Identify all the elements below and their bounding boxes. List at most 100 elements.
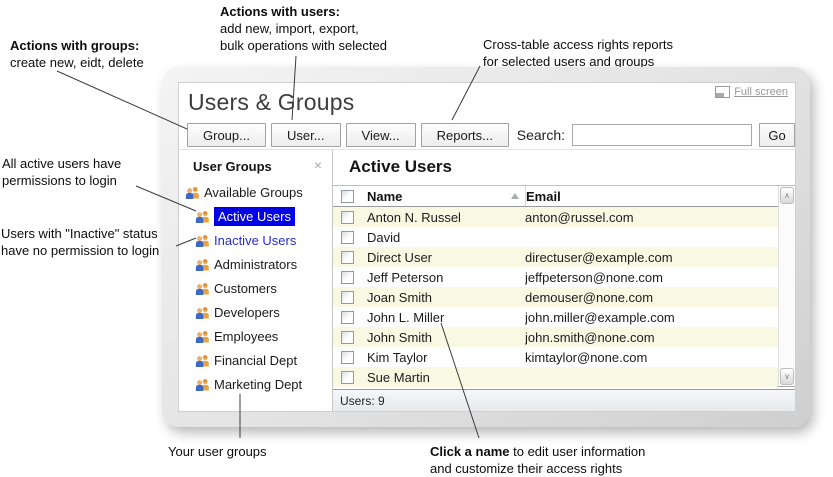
select-all-checkbox[interactable] <box>341 190 354 203</box>
sidebar-group-item[interactable]: Inactive Users <box>179 228 332 252</box>
user-name: John Smith <box>367 330 432 345</box>
row-checkbox[interactable] <box>341 351 354 364</box>
row-checkbox[interactable] <box>341 231 354 244</box>
user-name-cell[interactable]: Direct User <box>367 250 525 265</box>
user-name-cell[interactable]: Joan Smith <box>367 290 525 305</box>
reports-menu-button[interactable]: Reports... <box>421 123 509 147</box>
group-item-label: Financial Dept <box>214 353 297 368</box>
annotation-reports: Cross-table access rights reports for se… <box>483 36 673 70</box>
table-row[interactable]: Anton N. Russel anton@russel.com <box>333 207 778 227</box>
sidebar-group-item[interactable]: Marketing Dept <box>179 372 332 396</box>
search-input[interactable] <box>572 124 752 146</box>
annotation-inactive-users-line2: have no permission to login <box>1 243 159 258</box>
active-users-title: Active Users <box>349 157 452 177</box>
chevron-down-icon: ∨ <box>784 373 790 381</box>
group-menu-button[interactable]: Group... <box>187 123 266 147</box>
search-go-button[interactable]: Go <box>759 123 795 147</box>
annotation-your-groups: Your user groups <box>168 443 267 460</box>
user-email-cell: kimtaylor@none.com <box>525 350 778 365</box>
user-name-cell[interactable]: Kim Taylor <box>367 350 525 365</box>
row-checkbox-cell <box>333 271 367 284</box>
users-table: Name Email Anton N. Russel anton@russel.… <box>333 185 795 387</box>
user-email-cell: demouser@none.com <box>525 290 778 305</box>
page-title: Users & Groups <box>188 89 354 116</box>
search-label: Search: <box>517 127 572 143</box>
table-row[interactable]: Sue Martin <box>333 367 778 387</box>
user-name-cell[interactable]: David <box>367 230 525 245</box>
user-email-cell: john.smith@none.com <box>525 330 778 345</box>
annotation-actions-groups-body: create new, eidt, delete <box>10 55 144 70</box>
user-name-cell[interactable]: Anton N. Russel <box>367 210 525 225</box>
user-groups-panel-title: User Groups <box>179 150 332 178</box>
close-icon[interactable]: × <box>314 158 322 172</box>
row-checkbox[interactable] <box>341 291 354 304</box>
sidebar-group-item[interactable]: Administrators <box>179 252 332 276</box>
table-body: Anton N. Russel anton@russel.com David D… <box>333 207 795 387</box>
sidebar-group-item[interactable]: Financial Dept <box>179 348 332 372</box>
sidebar-group-item[interactable]: Available Groups <box>179 180 332 204</box>
row-checkbox[interactable] <box>341 251 354 264</box>
row-checkbox[interactable] <box>341 371 354 384</box>
row-checkbox-cell <box>333 211 367 224</box>
user-name-cell[interactable]: Sue Martin <box>367 370 525 385</box>
table-row[interactable]: David <box>333 227 778 247</box>
user-email: anton@russel.com <box>525 210 634 225</box>
user-email-cell: john.miller@example.com <box>525 310 778 325</box>
group-list: Available Groups Active Users Inactive U… <box>179 180 332 396</box>
user-name-cell[interactable]: John L. Miller <box>367 310 525 325</box>
fullscreen-link[interactable]: Full screen <box>715 86 788 98</box>
table-row[interactable]: John Smith john.smith@none.com <box>333 327 778 347</box>
annotation-click-name-rest: to edit user information <box>510 444 646 459</box>
table-row[interactable]: Jeff Peterson jeffpeterson@none.com <box>333 267 778 287</box>
group-item-label: Employees <box>214 329 278 344</box>
status-bar: Users: 9 <box>333 389 795 411</box>
row-checkbox-cell <box>333 351 367 364</box>
annotation-active-users-line2: permissions to login <box>2 173 117 188</box>
table-scrollbar[interactable]: ∧ ∨ <box>778 186 795 386</box>
user-email-cell: jeffpeterson@none.com <box>525 270 778 285</box>
annotation-click-name-bold: Click a name <box>430 444 510 459</box>
annotation-actions-users: Actions with users: add new, import, exp… <box>220 3 387 54</box>
annotation-actions-groups: Actions with groups: create new, eidt, d… <box>10 37 144 71</box>
sidebar-group-item[interactable]: Developers <box>179 300 332 324</box>
user-email: kimtaylor@none.com <box>525 350 647 365</box>
row-checkbox-cell <box>333 291 367 304</box>
user-name: John L. Miller <box>367 310 444 325</box>
name-column-header[interactable]: Name <box>367 186 526 206</box>
user-name: Joan Smith <box>367 290 432 305</box>
group-item-label: Developers <box>214 305 280 320</box>
table-row[interactable]: Joan Smith demouser@none.com <box>333 287 778 307</box>
user-name-cell[interactable]: John Smith <box>367 330 525 345</box>
annotation-reports-line1: Cross-table access rights reports <box>483 37 673 52</box>
user-name: David <box>367 230 400 245</box>
annotation-click-name: Click a name to edit user information an… <box>430 443 645 477</box>
group-item-label: Administrators <box>214 257 297 272</box>
row-checkbox-cell <box>333 371 367 384</box>
email-column-header[interactable]: Email <box>526 189 778 204</box>
scroll-down-button[interactable]: ∨ <box>780 368 794 385</box>
row-checkbox[interactable] <box>341 211 354 224</box>
row-checkbox-cell <box>333 231 367 244</box>
user-name: Jeff Peterson <box>367 270 443 285</box>
table-row[interactable]: Kim Taylor kimtaylor@none.com <box>333 347 778 367</box>
user-email: demouser@none.com <box>525 290 653 305</box>
scroll-up-button[interactable]: ∧ <box>780 187 794 204</box>
sidebar-group-item[interactable]: Active Users <box>179 204 332 228</box>
fullscreen-icon <box>715 86 730 98</box>
group-item-label: Available Groups <box>204 185 303 200</box>
table-row[interactable]: Direct User directuser@example.com <box>333 247 778 267</box>
row-checkbox[interactable] <box>341 271 354 284</box>
table-row[interactable]: John L. Miller john.miller@example.com <box>333 307 778 327</box>
sidebar-group-item[interactable]: Employees <box>179 324 332 348</box>
group-item-label: Active Users <box>214 207 295 226</box>
main-area: User Groups × Available Groups Active Us… <box>179 149 795 411</box>
group-item-label: Marketing Dept <box>214 377 302 392</box>
row-checkbox[interactable] <box>341 331 354 344</box>
row-checkbox[interactable] <box>341 311 354 324</box>
user-menu-button[interactable]: User... <box>271 123 341 147</box>
user-name-cell[interactable]: Jeff Peterson <box>367 270 525 285</box>
user-name: Anton N. Russel <box>367 210 461 225</box>
view-menu-button[interactable]: View... <box>346 123 416 147</box>
sidebar-group-item[interactable]: Customers <box>179 276 332 300</box>
fullscreen-label: Full screen <box>734 86 788 98</box>
